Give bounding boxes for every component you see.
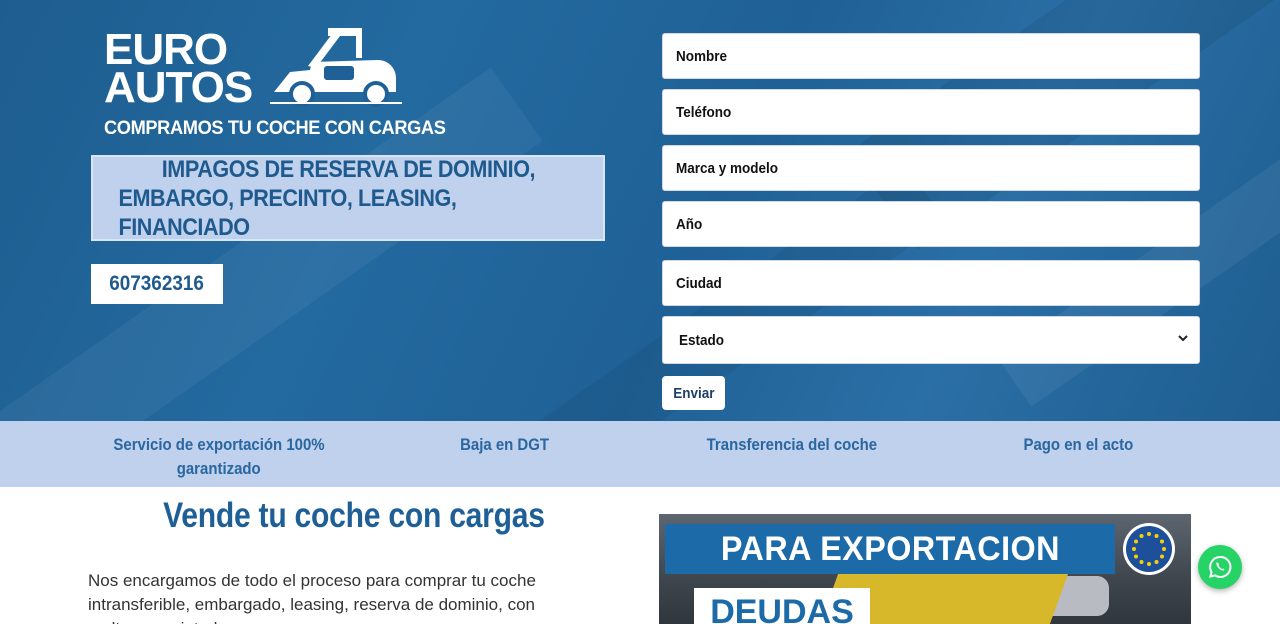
promo-sub-text: DEUDAS — [710, 593, 854, 624]
feature-payment-label: Pago en el acto — [1023, 435, 1133, 454]
status-select[interactable]: Estado — [662, 316, 1200, 364]
eu-flag-icon — [1123, 523, 1175, 575]
debt-types-line1: IMPAGOS DE RESERVA DE DOMINIO, — [161, 155, 535, 183]
make-model-field[interactable]: Marca y modelo — [662, 145, 1200, 191]
year-field[interactable]: Año — [662, 201, 1200, 247]
feature-export: Servicio de exportación 100% garantizado — [96, 433, 342, 481]
chevron-down-icon — [1178, 335, 1188, 342]
city-placeholder: Ciudad — [676, 274, 722, 292]
whatsapp-button[interactable] — [1198, 545, 1242, 589]
hero-section: EURO AUTOS COMPRAMOS TU COCHE CON CARGAS… — [0, 0, 1280, 421]
feature-payment: Pago en el acto — [1000, 433, 1156, 457]
promo-banner: PARA EXPORTACION — [665, 524, 1115, 574]
feature-transfer-label: Transferencia del coche — [706, 435, 878, 454]
status-select-value: Estado — [679, 331, 725, 349]
name-field[interactable]: Nombre — [662, 33, 1200, 79]
feature-dgt: Baja en DGT — [430, 433, 580, 457]
year-placeholder: Año — [676, 215, 703, 233]
submit-button[interactable]: Enviar — [662, 376, 725, 410]
feature-export-line1: Servicio de exportación 100% — [113, 435, 325, 454]
features-bar: Servicio de exportación 100% garantizado… — [0, 421, 1280, 487]
phone-field[interactable]: Teléfono — [662, 89, 1200, 135]
debt-types-banner: IMPAGOS DE RESERVA DE DOMINIO, EMBARGO, … — [91, 155, 605, 241]
whatsapp-icon — [1209, 555, 1232, 578]
promo-banner-text: PARA EXPORTACION — [720, 529, 1060, 568]
name-placeholder: Nombre — [676, 47, 728, 65]
phone-placeholder: Teléfono — [676, 103, 732, 121]
tow-truck-icon — [270, 28, 402, 107]
page-headline-text: Vende tu coche con cargas — [163, 496, 545, 535]
promo-sub-label: DEUDAS — [694, 588, 870, 624]
feature-transfer: Transferencia del coche — [680, 433, 904, 457]
phone-number: 607362316 — [109, 272, 205, 295]
make-model-placeholder: Marca y modelo — [676, 159, 779, 177]
feature-export-line2: garantizado — [177, 459, 261, 478]
tagline: COMPRAMOS TU COCHE CON CARGAS — [104, 118, 446, 139]
site-logo[interactable]: EURO AUTOS — [104, 26, 404, 116]
city-field[interactable]: Ciudad — [662, 260, 1200, 306]
promo-image: PARA EXPORTACION DEUDAS — [659, 514, 1191, 624]
submit-label: Enviar — [672, 384, 715, 402]
debt-types-line2: EMBARGO, PRECINTO, LEASING, FINANCIADO — [118, 184, 457, 241]
feature-dgt-label: Baja en DGT — [460, 435, 550, 454]
logo-text-line2: AUTOS — [104, 63, 253, 112]
intro-paragraph: Nos encargamos de todo el proceso para c… — [88, 571, 536, 624]
phone-number-button[interactable]: 607362316 — [91, 264, 223, 304]
page-headline: Vende tu coche con cargas — [88, 496, 620, 536]
